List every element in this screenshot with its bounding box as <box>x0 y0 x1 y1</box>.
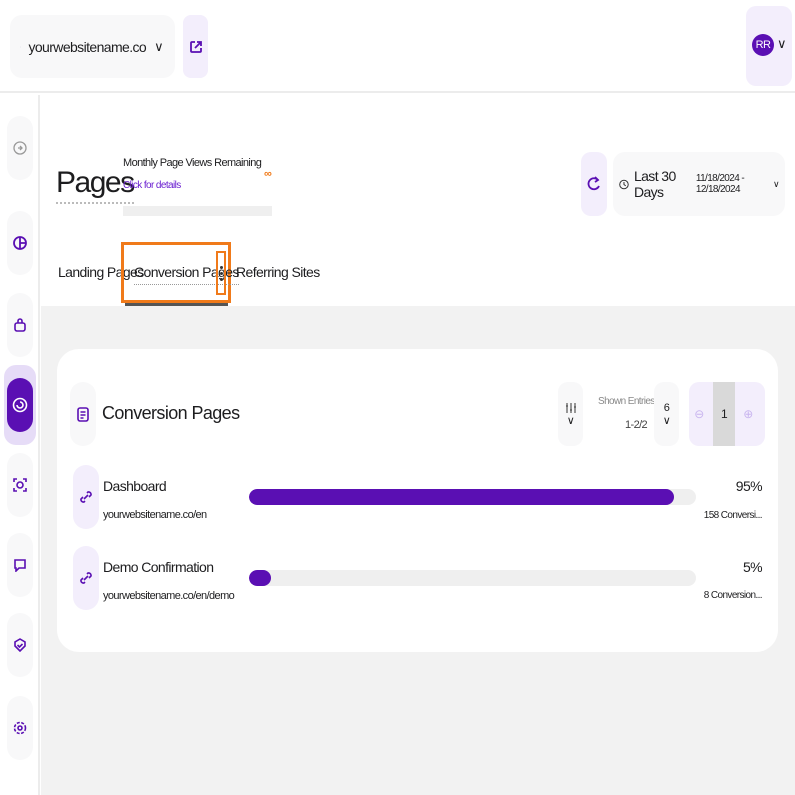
pagination: ⊖ 1 ⊕ <box>689 382 765 446</box>
sidebar-item-shopping[interactable] <box>7 293 33 357</box>
row-name[interactable]: Dashboard <box>103 478 167 494</box>
clock-icon <box>619 179 629 189</box>
progress-fill <box>249 489 674 505</box>
chevron-down-icon: ∨ <box>566 414 575 427</box>
monthly-views-label: Monthly Page Views Remaining <box>123 157 262 169</box>
chat-icon <box>14 559 26 572</box>
tab-more-button[interactable] <box>216 251 226 295</box>
details-link[interactable]: Click for details <box>123 180 181 191</box>
link-icon <box>80 491 92 503</box>
sort-filter-button[interactable]: ∨ <box>558 382 583 446</box>
pie-chart-icon <box>13 236 27 250</box>
open-website-button[interactable] <box>183 15 208 78</box>
monthly-views-bar <box>123 206 272 216</box>
sidebar-item-feedback[interactable] <box>7 533 33 597</box>
row-percent: 5% <box>742 559 763 575</box>
chevron-down-icon: ∨ <box>662 414 671 427</box>
row-count: 8 Conversion... <box>703 590 763 601</box>
per-page-select[interactable]: 6 ∨ <box>654 382 679 446</box>
next-page-icon[interactable]: ⊕ <box>735 407 761 421</box>
shown-entries-value: 1-2/2 <box>625 419 648 431</box>
progress-bar <box>249 570 696 586</box>
views-remaining: ∞ <box>264 168 272 180</box>
external-link-icon <box>189 40 202 53</box>
row-name[interactable]: Demo Confirmation <box>103 559 214 575</box>
scan-icon <box>13 478 27 492</box>
document-icon <box>77 406 89 422</box>
avatar[interactable]: RR <box>752 34 774 56</box>
row-icon-wrap <box>73 546 99 610</box>
per-page-value: 6 <box>663 401 670 414</box>
prev-page-icon[interactable]: ⊖ <box>689 407 709 421</box>
sidebar-item-security[interactable] <box>7 613 33 677</box>
row-icon-wrap <box>73 465 99 529</box>
sidebar-item-focus[interactable] <box>7 453 33 517</box>
website-name: yourwebsitename.co <box>28 38 147 55</box>
page-number[interactable]: 1 <box>713 382 735 446</box>
shown-entries-label: Shown Entries <box>598 396 655 407</box>
row-count: 158 Conversi... <box>703 510 763 521</box>
tab-referring-sites[interactable]: Referring Sites <box>236 264 320 280</box>
page-title: Pages <box>56 166 135 204</box>
chevron-down-icon: ∨ <box>154 38 164 54</box>
sidebar-item-analytics[interactable] <box>7 211 33 275</box>
range-dates: 11/18/2024 - 12/18/2024 <box>695 173 745 195</box>
sliders-icon <box>565 402 576 413</box>
date-range-picker[interactable]: Last 30 Days 11/18/2024 - 12/18/2024 ∨ <box>613 152 785 216</box>
sidebar-item-pages[interactable] <box>4 365 36 445</box>
arrow-right-circle-icon <box>13 141 27 155</box>
card-title: Conversion Pages <box>102 403 240 423</box>
row-url: yourwebsitename.co/en/demo <box>103 590 235 602</box>
range-label: Last 30 Days <box>633 168 676 200</box>
sidebar-item-collapse[interactable] <box>7 116 33 180</box>
website-selector[interactable]: yourwebsitename.co ∨ <box>10 15 175 78</box>
progress-bar <box>249 489 696 505</box>
progress-fill <box>249 570 272 586</box>
link-icon <box>80 572 92 584</box>
chevron-down-icon[interactable]: ∨ <box>777 36 787 52</box>
row-url: yourwebsitename.co/en <box>103 509 207 521</box>
chevron-down-icon: ∨ <box>773 178 780 189</box>
gear-icon <box>13 721 27 735</box>
row-percent: 95% <box>735 478 763 494</box>
refresh-icon <box>587 176 600 191</box>
card-icon-wrap <box>70 382 96 446</box>
sidebar <box>0 95 40 795</box>
refresh-button[interactable] <box>581 152 607 216</box>
sidebar-item-settings[interactable] <box>7 696 33 760</box>
target-icon <box>12 397 28 413</box>
shopping-bag-icon <box>14 318 26 332</box>
shield-check-icon <box>14 638 26 652</box>
